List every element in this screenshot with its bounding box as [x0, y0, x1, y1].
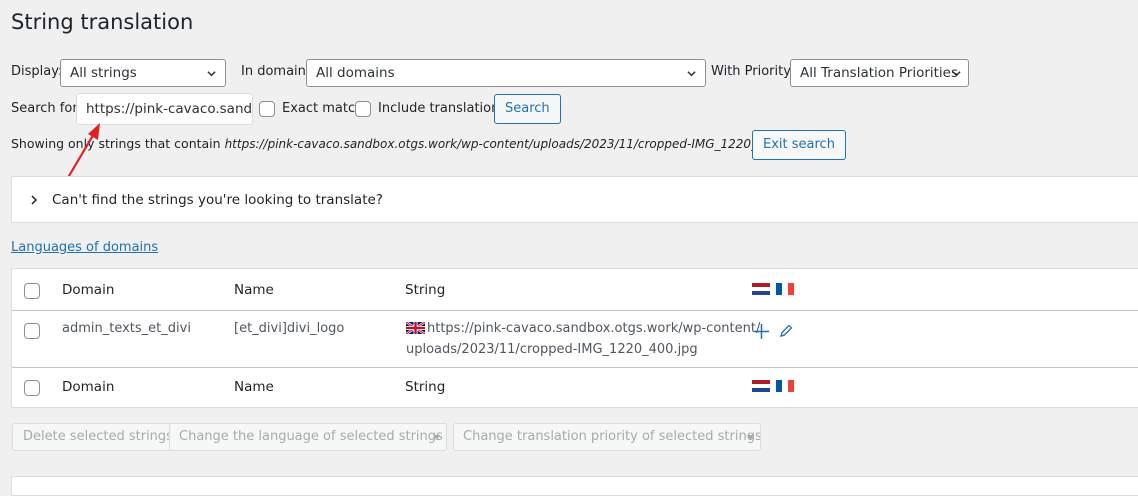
column-header-name[interactable]: Name	[234, 282, 274, 298]
column-header-string[interactable]: String	[405, 282, 445, 298]
exit-search-button[interactable]: Exit search	[752, 130, 846, 160]
help-box[interactable]: Can't find the strings you're looking to…	[11, 176, 1138, 223]
search-result-text: Showing only strings that contain https:…	[11, 136, 802, 151]
search-result-prefix: Showing only strings that contain	[11, 136, 221, 151]
caret-down-icon	[747, 435, 754, 440]
search-label: Search for:	[11, 101, 82, 116]
domain-select-value: All domains	[316, 65, 395, 81]
search-result-query: https://pink-cavaco.sandbox.otgs.work/wp…	[224, 137, 803, 151]
delete-selected-strings-button[interactable]: Delete selected strings	[12, 423, 184, 451]
change-priority-select[interactable]: Change translation priority of selected …	[453, 423, 761, 451]
chevron-down-icon	[687, 71, 696, 77]
bottom-panel	[11, 476, 1138, 496]
display-label: Display:	[11, 64, 63, 79]
column-footer-name[interactable]: Name	[234, 379, 274, 395]
page-title: String translation	[11, 10, 194, 34]
help-box-text: Can't find the strings you're looking to…	[52, 192, 383, 208]
search-button[interactable]: Search	[494, 94, 561, 124]
languages-of-domains-link[interactable]: Languages of domains	[11, 240, 158, 255]
exact-match-checkbox[interactable]	[259, 101, 275, 117]
france-flag-icon	[776, 380, 794, 392]
edit-translation-icon[interactable]	[778, 323, 794, 339]
select-all-checkbox-footer[interactable]	[24, 380, 40, 396]
caret-down-icon	[433, 435, 440, 440]
chevron-down-icon	[207, 71, 216, 77]
include-translations-checkbox[interactable]	[355, 101, 371, 117]
row-name: [et_divi]divi_logo	[234, 321, 345, 336]
exact-match-label: Exact match	[282, 101, 364, 116]
domain-label: In domain:	[241, 64, 311, 79]
select-all-checkbox[interactable]	[24, 283, 40, 299]
column-footer-string[interactable]: String	[405, 379, 445, 395]
uk-flag-icon	[406, 322, 425, 334]
column-header-domain[interactable]: Domain	[62, 282, 114, 298]
row-string-line1: https://pink-cavaco.sandbox.otgs.work/wp…	[427, 321, 761, 336]
change-priority-select-value: Change translation priority of selected …	[463, 429, 761, 444]
france-flag-icon	[776, 283, 794, 295]
display-select-value: All strings	[70, 65, 137, 81]
netherlands-flag-icon	[752, 380, 770, 392]
include-translations-label: Include translations	[378, 101, 507, 116]
strings-table: Domain Name String admin_texts_et_divi […	[11, 268, 1138, 408]
priority-label: With Priority:	[711, 64, 795, 79]
row-string-line2: uploads/2023/11/cropped-IMG_1220_400.jpg	[406, 342, 698, 357]
domain-select[interactable]: All domains	[306, 59, 706, 87]
display-select[interactable]: All strings	[60, 59, 226, 87]
add-translation-icon[interactable]	[753, 323, 770, 340]
priority-select[interactable]: All Translation Priorities	[790, 59, 969, 87]
chevron-down-icon	[952, 71, 961, 77]
chevron-right-icon	[31, 195, 38, 205]
change-language-select-value: Change the language of selected strings	[179, 429, 443, 444]
netherlands-flag-icon	[752, 283, 770, 295]
row-domain: admin_texts_et_divi	[62, 321, 191, 336]
priority-select-value: All Translation Priorities	[800, 65, 959, 81]
row-checkbox[interactable]	[24, 323, 40, 339]
column-footer-domain[interactable]: Domain	[62, 379, 114, 395]
change-language-select[interactable]: Change the language of selected strings	[169, 423, 447, 451]
